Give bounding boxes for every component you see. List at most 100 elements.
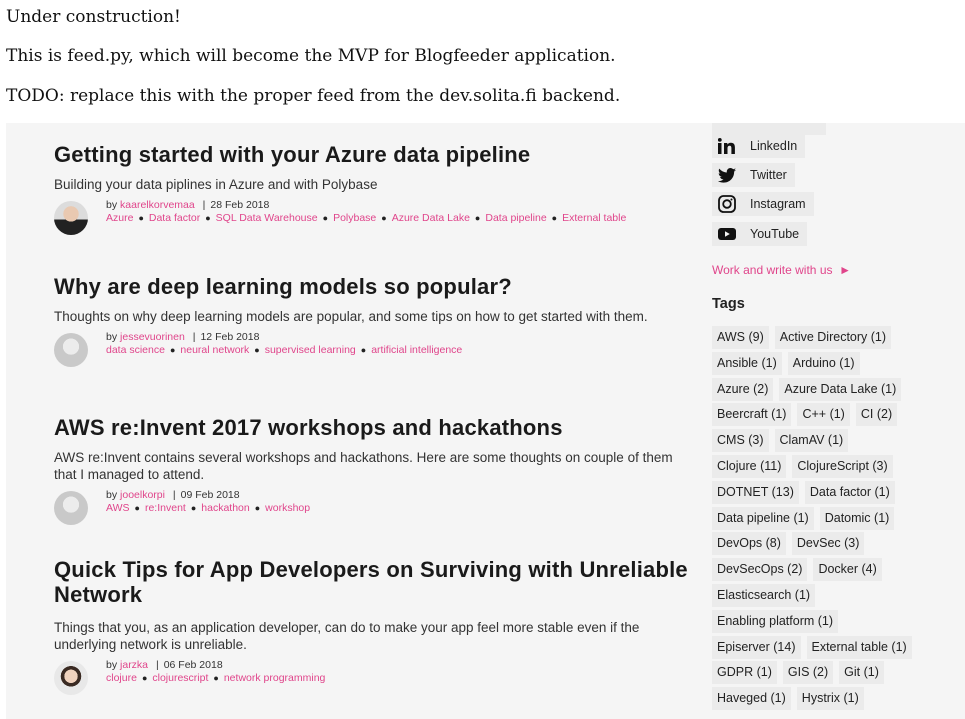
post-card: Getting started with your Azure data pip… bbox=[54, 142, 694, 235]
tag-separator-icon: ● bbox=[190, 503, 197, 513]
tag-filter-button[interactable]: Active Directory (1) bbox=[774, 326, 892, 349]
post-tag-link[interactable]: hackathon bbox=[201, 502, 249, 514]
tag-separator-icon: ● bbox=[213, 673, 219, 683]
author-link[interactable]: jarzka bbox=[120, 659, 148, 671]
tag-filter-button[interactable]: C++ (1) bbox=[797, 403, 850, 427]
post-tag-link[interactable]: Azure bbox=[106, 212, 133, 224]
post-tag-link[interactable]: neural network bbox=[180, 344, 249, 356]
post-byline: by jessevuorinen | 12 Feb 2018 bbox=[106, 331, 260, 343]
post-card: Quick Tips for App Developers on Survivi… bbox=[54, 557, 694, 695]
tag-filter-button[interactable]: DevSecOps (2) bbox=[712, 558, 808, 582]
post-tag-link[interactable]: Polybase bbox=[333, 212, 376, 224]
tag-filter-button[interactable]: Haveged (1) bbox=[712, 687, 791, 711]
post-date: 09 Feb 2018 bbox=[180, 489, 240, 501]
post-tag-link[interactable]: Data factor bbox=[149, 212, 200, 224]
post-title[interactable]: Quick Tips for App Developers on Survivi… bbox=[54, 557, 694, 607]
tag-filter-button[interactable]: ClamAV (1) bbox=[774, 429, 849, 453]
tag-filter-button[interactable]: External table (1) bbox=[806, 635, 912, 659]
tag-separator-icon: ● bbox=[551, 213, 558, 223]
tag-filter-button[interactable]: DevSec (3) bbox=[791, 532, 865, 556]
author-link[interactable]: kaarelkorvemaa bbox=[120, 199, 195, 211]
tag-filter-button[interactable]: Clojure (11) bbox=[712, 455, 787, 478]
tag-filter-button[interactable]: AWS (9) bbox=[712, 326, 769, 349]
post-tags: AWS ● re:Invent ● hackathon ● workshop bbox=[106, 502, 694, 515]
play-arrow-icon: ► bbox=[839, 263, 852, 277]
post-tag-link[interactable]: clojure bbox=[106, 672, 137, 684]
author-link[interactable]: jooelkorpi bbox=[120, 489, 165, 501]
post-tag-link[interactable]: SQL Data Warehouse bbox=[216, 212, 318, 224]
post-date: 12 Feb 2018 bbox=[200, 331, 260, 343]
tag-filter-button[interactable]: Datomic (1) bbox=[819, 506, 895, 530]
social-link-instagram[interactable]: Instagram bbox=[712, 192, 814, 216]
post-tags: Azure ● Data factor ● SQL Data Warehouse ● Pol… bbox=[106, 212, 694, 225]
post-tag-link[interactable]: re:Invent bbox=[145, 502, 186, 514]
post-subtitle: AWS re:Invent contains several workshops… bbox=[54, 450, 673, 482]
twitter-icon bbox=[718, 166, 736, 184]
post-tag-link[interactable]: data science bbox=[106, 344, 165, 356]
tag-separator-icon: ● bbox=[205, 213, 211, 223]
tag-separator-icon: ● bbox=[138, 213, 144, 223]
tag-separator-icon: ● bbox=[360, 345, 367, 355]
post-meta: by jessevuorinen | 12 Feb 2018 data scien… bbox=[54, 331, 694, 367]
post-tag-link[interactable]: AWS bbox=[106, 502, 130, 514]
note-feed-description: This is feed.py, which will become the M… bbox=[6, 46, 616, 66]
author-link[interactable]: jessevuorinen bbox=[120, 331, 185, 343]
author-avatar bbox=[54, 333, 88, 367]
post-tag-link[interactable]: Azure Data Lake bbox=[392, 212, 470, 224]
tag-filter-button[interactable]: Hystrix (1) bbox=[796, 687, 864, 711]
post-date: 28 Feb 2018 bbox=[210, 199, 270, 211]
post-tags: data science ● neural network ● supervised l… bbox=[106, 344, 694, 357]
post-tag-link[interactable]: clojurescript bbox=[152, 672, 208, 684]
social-link-linkedin[interactable]: LinkedIn bbox=[712, 134, 806, 158]
tag-filter-button[interactable]: Git (1) bbox=[839, 661, 884, 685]
tag-filter-button[interactable]: Beercraft (1) bbox=[712, 403, 792, 427]
tag-filter-button[interactable]: Episerver (14) bbox=[712, 635, 801, 659]
post-tags: clojure ● clojurescript ● network programmin… bbox=[106, 672, 694, 685]
linkedin-icon bbox=[718, 137, 736, 155]
tag-filter-button[interactable]: GDPR (1) bbox=[712, 661, 777, 685]
post-title[interactable]: Getting started with your Azure data pip… bbox=[54, 142, 694, 167]
social-link-twitter[interactable]: Twitter bbox=[712, 163, 795, 187]
post-title[interactable]: Why are deep learning models so popular? bbox=[54, 274, 694, 299]
note-todo: TODO: replace this with the proper feed … bbox=[6, 86, 621, 106]
tags-heading: Tags bbox=[712, 296, 745, 312]
tag-filter-button[interactable]: Arduino (1) bbox=[787, 351, 860, 375]
tag-filter-button[interactable]: GIS (2) bbox=[782, 661, 834, 685]
tag-separator-icon: ● bbox=[381, 213, 387, 223]
work-with-us-link[interactable]: Work and write with us ► bbox=[712, 263, 851, 277]
post-tag-link[interactable]: supervised learning bbox=[265, 344, 356, 356]
tag-filter-button[interactable]: Azure Data Lake (1) bbox=[779, 377, 902, 401]
author-avatar bbox=[54, 491, 88, 525]
post-date: 06 Feb 2018 bbox=[163, 659, 223, 671]
tag-filter-button[interactable]: DevOps (8) bbox=[712, 532, 786, 556]
tag-filter-button[interactable]: Enabling platform (1) bbox=[712, 609, 839, 633]
tag-filter-button[interactable]: CI (2) bbox=[855, 403, 898, 427]
post-card: Why are deep learning models so popular?… bbox=[54, 274, 694, 367]
post-tag-link[interactable]: artificial intelligence bbox=[371, 344, 462, 356]
youtube-icon bbox=[718, 225, 736, 243]
tag-filter-button[interactable]: Data factor (1) bbox=[804, 480, 895, 504]
social-link-youtube[interactable]: YouTube bbox=[712, 222, 808, 246]
tag-filter-button[interactable]: CMS (3) bbox=[712, 429, 769, 453]
tag-filter-button[interactable]: DOTNET (13) bbox=[712, 480, 799, 504]
tag-separator-icon: ● bbox=[134, 503, 140, 513]
post-title[interactable]: AWS re:Invent 2017 workshops and hackath… bbox=[54, 415, 694, 440]
tag-filter-button[interactable]: ClojureScript (3) bbox=[792, 455, 893, 478]
post-meta: by jarzka | 06 Feb 2018 clojure ● clojuresc… bbox=[54, 659, 694, 695]
post-tag-link[interactable]: Data pipeline bbox=[485, 212, 546, 224]
tag-filter-button[interactable]: Data pipeline (1) bbox=[712, 506, 814, 530]
tag-separator-icon: ● bbox=[474, 213, 481, 223]
tag-filter-button[interactable]: Docker (4) bbox=[813, 558, 882, 582]
tag-separator-icon: ● bbox=[169, 345, 176, 355]
post-tag-link[interactable]: External table bbox=[562, 212, 626, 224]
post-tag-link[interactable]: workshop bbox=[265, 502, 310, 514]
post-byline: by jarzka | 06 Feb 2018 bbox=[106, 659, 223, 671]
post-card: AWS re:Invent 2017 workshops and hackath… bbox=[54, 415, 694, 525]
tag-filter-button[interactable]: Ansible (1) bbox=[712, 351, 782, 375]
tag-filter-button[interactable]: Azure (2) bbox=[712, 377, 774, 401]
tag-filter-button[interactable]: Elasticsearch (1) bbox=[712, 584, 816, 607]
tag-separator-icon: ● bbox=[254, 345, 260, 355]
post-tag-link[interactable]: network programming bbox=[224, 672, 326, 684]
author-avatar bbox=[54, 201, 88, 235]
social-label: Twitter bbox=[750, 168, 787, 182]
